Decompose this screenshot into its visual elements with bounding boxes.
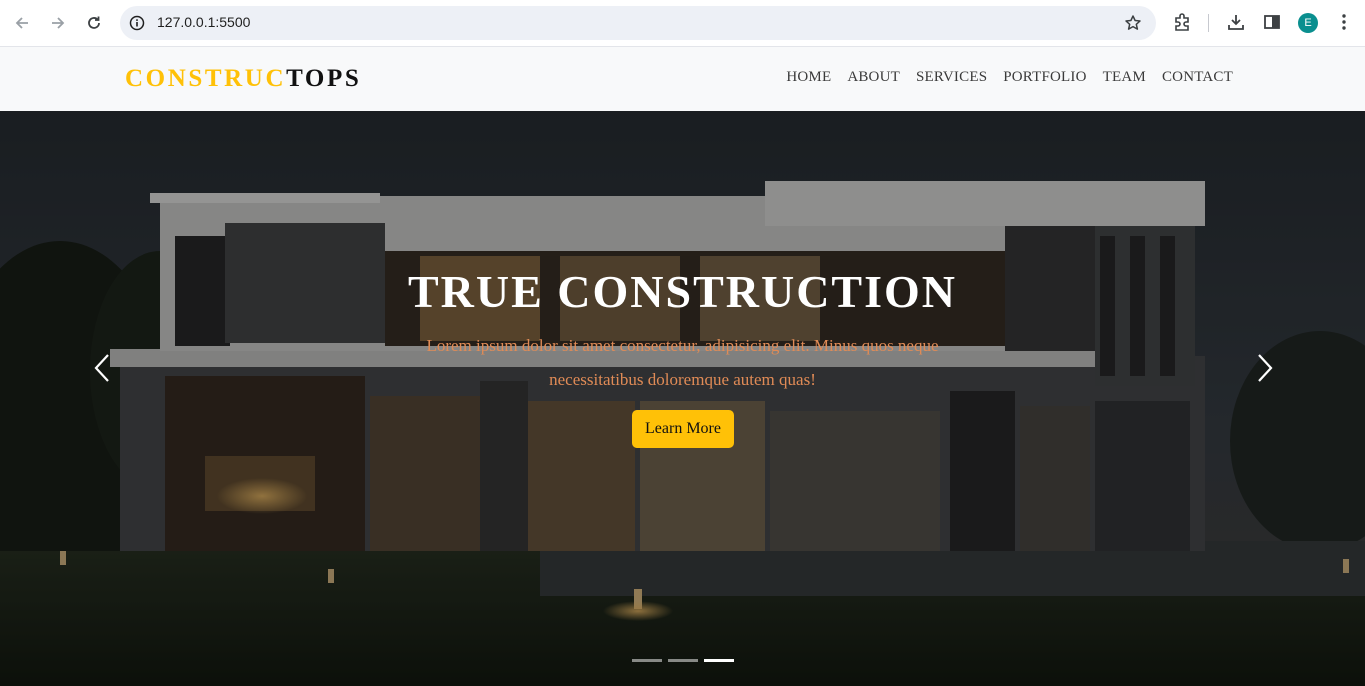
back-button[interactable] bbox=[7, 8, 37, 38]
nav-link-services[interactable]: SERVICES bbox=[916, 69, 987, 86]
star-icon[interactable] bbox=[1124, 14, 1142, 32]
brand-accent-text: CONSTRUC bbox=[125, 65, 287, 92]
nav-link-contact[interactable]: CONTACT bbox=[1162, 69, 1233, 86]
hero-title: TRUE CONSTRUCTION bbox=[407, 266, 958, 317]
hero-dark-overlay bbox=[0, 111, 1365, 686]
site-navbar: CONSTRUCTOPS HOME ABOUT SERVICES PORTFOL… bbox=[0, 47, 1365, 111]
chevron-right-icon bbox=[1258, 354, 1273, 382]
reload-button[interactable] bbox=[79, 8, 109, 38]
hero-description: Lorem ipsum dolor sit amet consectetur, … bbox=[426, 336, 939, 389]
main-menu: HOME ABOUT SERVICES PORTFOLIO TEAM CONTA… bbox=[786, 69, 1233, 86]
nav-link-portfolio[interactable]: PORTFOLIO bbox=[1003, 69, 1086, 86]
hero-carousel: TRUE CONSTRUCTION Lorem ipsum dolor sit … bbox=[0, 111, 1365, 686]
url-text[interactable]: 127.0.0.1:5500 bbox=[157, 14, 250, 30]
nav-link-about[interactable]: ABOUT bbox=[847, 69, 900, 86]
brand-rest-text: TOPS bbox=[286, 65, 362, 92]
download-icon[interactable] bbox=[1226, 12, 1246, 32]
brand-logo[interactable]: CONSTRUCTOPS bbox=[125, 65, 361, 93]
nav-link-team[interactable]: TEAM bbox=[1103, 69, 1146, 86]
carousel-prev-button[interactable] bbox=[88, 351, 118, 385]
chevron-left-icon bbox=[94, 354, 109, 382]
back-icon bbox=[15, 17, 28, 29]
toolbar-separator bbox=[1208, 14, 1209, 32]
profile-avatar[interactable]: E bbox=[1298, 13, 1318, 33]
side-panel-icon[interactable] bbox=[1262, 12, 1282, 32]
address-bar[interactable]: 127.0.0.1:5500 bbox=[120, 6, 1156, 40]
browser-toolbar: 127.0.0.1:5500 E bbox=[0, 0, 1365, 47]
carousel-indicator-3[interactable] bbox=[704, 659, 734, 662]
menu-icon[interactable] bbox=[1334, 12, 1354, 32]
info-icon[interactable] bbox=[129, 15, 145, 31]
carousel-indicator-2[interactable] bbox=[668, 659, 698, 662]
extensions-icon[interactable] bbox=[1172, 12, 1192, 32]
nav-link-home[interactable]: HOME bbox=[786, 69, 831, 86]
carousel-next-button[interactable] bbox=[1249, 351, 1279, 385]
forward-icon bbox=[52, 17, 65, 29]
forward-button[interactable] bbox=[43, 8, 73, 38]
carousel-indicator-1[interactable] bbox=[632, 659, 662, 662]
reload-icon bbox=[88, 16, 100, 29]
learn-more-button[interactable]: Learn More bbox=[632, 410, 734, 448]
carousel-indicators bbox=[632, 659, 734, 662]
